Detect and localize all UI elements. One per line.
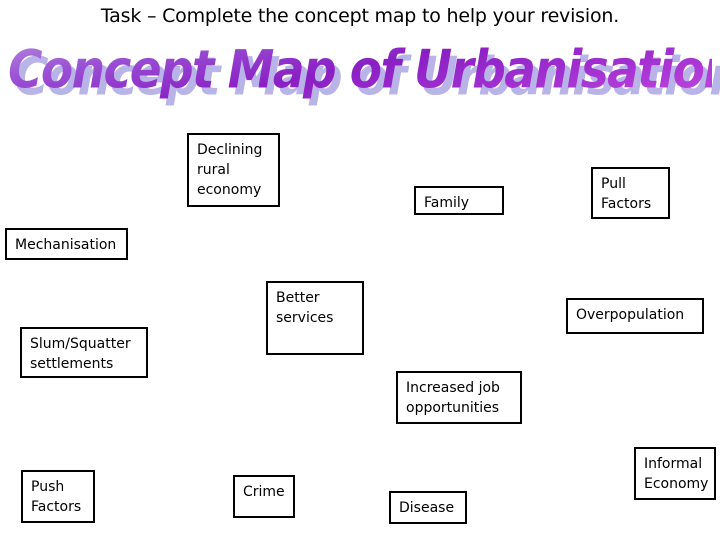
concept-node-mechanisation[interactable]: Mechanisation	[5, 228, 128, 260]
concept-node-disease[interactable]: Disease	[389, 491, 467, 524]
concept-node-family[interactable]: Family	[414, 186, 504, 215]
concept-map-slide: Task – Complete the concept map to help …	[0, 0, 720, 540]
concept-node-overpopulation[interactable]: Overpopulation	[566, 298, 704, 334]
concept-node-increased-job-opportunities[interactable]: Increased job opportunities	[396, 371, 522, 424]
concept-node-pull-factors[interactable]: Pull Factors	[591, 167, 670, 219]
slide-title-text: Concept Map of Urbanisation in LEDCs	[8, 36, 720, 105]
concept-node-better-services[interactable]: Better services	[266, 281, 364, 355]
concept-node-slum-squatter-settlements[interactable]: Slum/Squatter settlements	[20, 327, 148, 378]
concept-node-crime[interactable]: Crime	[233, 475, 295, 518]
task-heading: Task – Complete the concept map to help …	[100, 5, 620, 27]
concept-node-informal-economy[interactable]: Informal Economy	[634, 447, 716, 500]
slide-title: Concept Map of Urbanisation in LEDCs Con…	[8, 36, 720, 108]
concept-node-push-factors[interactable]: Push Factors	[21, 470, 95, 523]
concept-node-declining-rural-economy[interactable]: Declining rural economy	[187, 133, 280, 207]
